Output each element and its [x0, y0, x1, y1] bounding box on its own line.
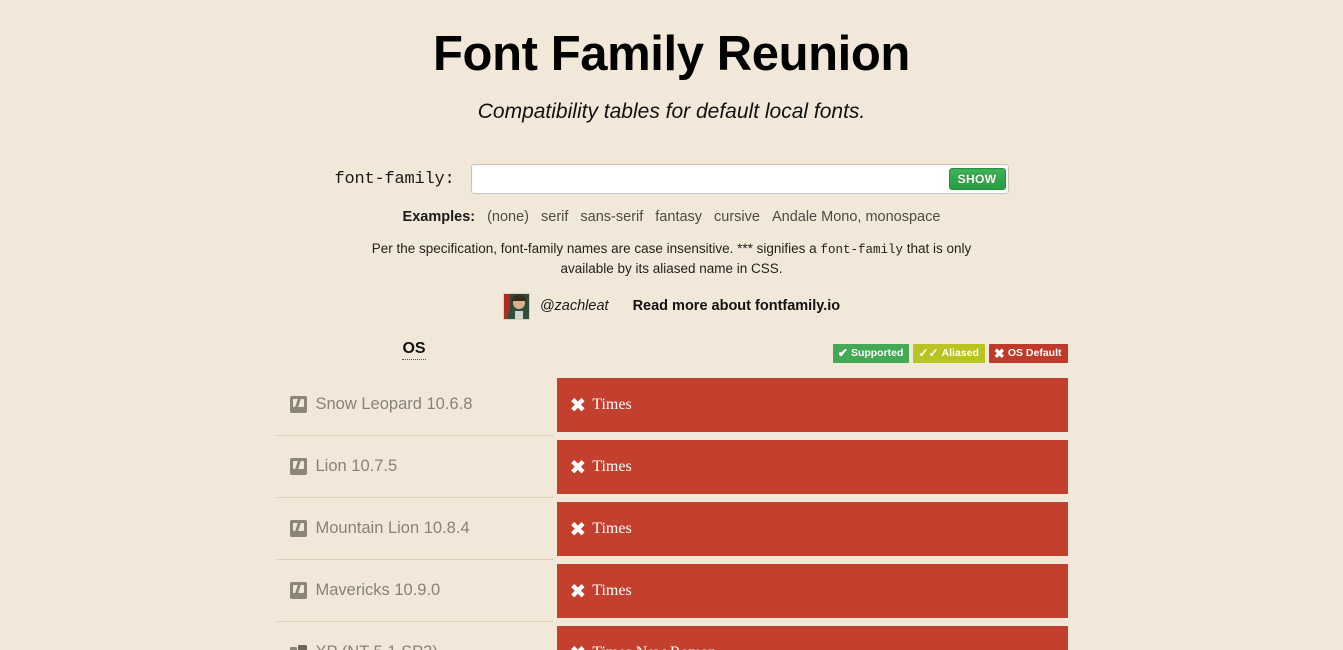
x-icon: ✖ — [570, 457, 587, 477]
x-icon: ✖ — [570, 519, 587, 539]
x-icon: ✖ — [994, 347, 1005, 360]
x-icon: ✖ — [570, 395, 587, 415]
avatar-hair — [512, 295, 526, 301]
os-column-header-label: OS — [402, 340, 425, 360]
font-name: Times — [592, 582, 631, 600]
legend-label-supported: Supported — [851, 348, 904, 359]
avatar-shirt — [515, 311, 523, 319]
os-column-header[interactable]: OS — [276, 340, 553, 358]
examples-label: Examples: — [403, 209, 476, 225]
os-name: Mavericks 10.9.0 — [316, 581, 441, 600]
font-result-cell: ✖ Times — [557, 378, 1068, 432]
font-name: Times — [592, 458, 631, 476]
font-family-search-form: font-family: SHOW — [0, 164, 1343, 194]
os-cell: XP (NT 5.1 SP3) — [276, 622, 553, 650]
os-cell: Mountain Lion 10.8.4 — [276, 498, 553, 560]
mac-os-icon — [290, 396, 307, 413]
font-family-label: font-family: — [334, 170, 454, 189]
example-link-andale-mono[interactable]: Andale Mono, monospace — [772, 209, 940, 225]
author-row: @zachleat Read more about fontfamily.io — [0, 293, 1343, 320]
font-result-cell: ✖ Times — [557, 564, 1068, 618]
example-link-serif[interactable]: serif — [541, 209, 568, 225]
double-check-icon: ✓✓ — [918, 347, 938, 359]
legend: ✔Supported ✓✓ Aliased ✖OS Default — [833, 344, 1068, 363]
legend-label-os-default: OS Default — [1008, 348, 1062, 359]
spec-note-code: font-family — [820, 243, 903, 257]
font-name: Times — [592, 396, 631, 414]
show-button[interactable]: SHOW — [949, 168, 1006, 190]
table-row: Lion 10.7.5 ✖ Times — [276, 436, 1068, 498]
author-handle-link[interactable]: @zachleat — [540, 298, 609, 314]
avatar — [503, 293, 530, 320]
windows-os-icon — [290, 644, 307, 650]
os-name: XP (NT 5.1 SP3) — [316, 643, 438, 650]
os-name: Snow Leopard 10.6.8 — [316, 395, 473, 414]
spec-note-part1: Per the specification, font-family names… — [372, 241, 821, 256]
example-link-fantasy[interactable]: fantasy — [655, 209, 702, 225]
font-result-cell: ✖ Times New Roman — [557, 626, 1068, 650]
read-more-link[interactable]: Read more about fontfamily.io — [633, 298, 841, 314]
page-title: Font Family Reunion — [0, 0, 1343, 82]
mac-os-icon — [290, 520, 307, 537]
examples-row: Examples: (none) serif sans-serif fantasy cur… — [0, 209, 1343, 225]
table-row: Mountain Lion 10.8.4 ✖ Times — [276, 498, 1068, 560]
compatibility-table: OS ✔Supported ✓✓Aliased ✖OS Default Snow… — [276, 340, 1068, 650]
search-input-shell[interactable]: SHOW — [471, 164, 1009, 194]
x-icon: ✖ — [570, 581, 587, 601]
font-result-cell: ✖ Times — [557, 502, 1068, 556]
font-result-cell: ✖ Times — [557, 440, 1068, 494]
font-name: Times — [592, 520, 631, 538]
table-row: Mavericks 10.9.0 ✖ Times — [276, 560, 1068, 622]
example-link-cursive[interactable]: cursive — [714, 209, 760, 225]
table-header: OS ✔Supported ✓✓ Aliased ✖OS Default — [276, 340, 1068, 374]
legend-badge-os-default: ✖OS Default — [989, 344, 1068, 363]
legend-label-aliased: Aliased — [942, 348, 979, 359]
font-name: Times New Roman — [592, 644, 716, 650]
mac-os-icon — [290, 458, 307, 475]
mac-os-icon — [290, 582, 307, 599]
os-cell: Snow Leopard 10.6.8 — [276, 374, 553, 436]
check-icon: ✔ — [838, 347, 848, 359]
os-name: Mountain Lion 10.8.4 — [316, 519, 470, 538]
example-link-none[interactable]: (none) — [487, 209, 529, 225]
page-subtitle: Compatibility tables for default local f… — [0, 82, 1343, 124]
legend-badge-aliased: ✓✓ Aliased — [913, 344, 984, 363]
specification-note: Per the specification, font-family names… — [362, 239, 982, 279]
os-cell: Lion 10.7.5 — [276, 436, 553, 498]
font-family-input[interactable] — [478, 166, 949, 192]
legend-badge-supported: ✔Supported — [833, 344, 910, 363]
example-link-sans-serif[interactable]: sans-serif — [580, 209, 643, 225]
table-row: XP (NT 5.1 SP3) ✖ Times New Roman — [276, 622, 1068, 650]
os-cell: Mavericks 10.9.0 — [276, 560, 553, 622]
x-icon: ✖ — [570, 643, 587, 650]
table-row: Snow Leopard 10.6.8 ✖ Times — [276, 374, 1068, 436]
os-name: Lion 10.7.5 — [316, 457, 398, 476]
